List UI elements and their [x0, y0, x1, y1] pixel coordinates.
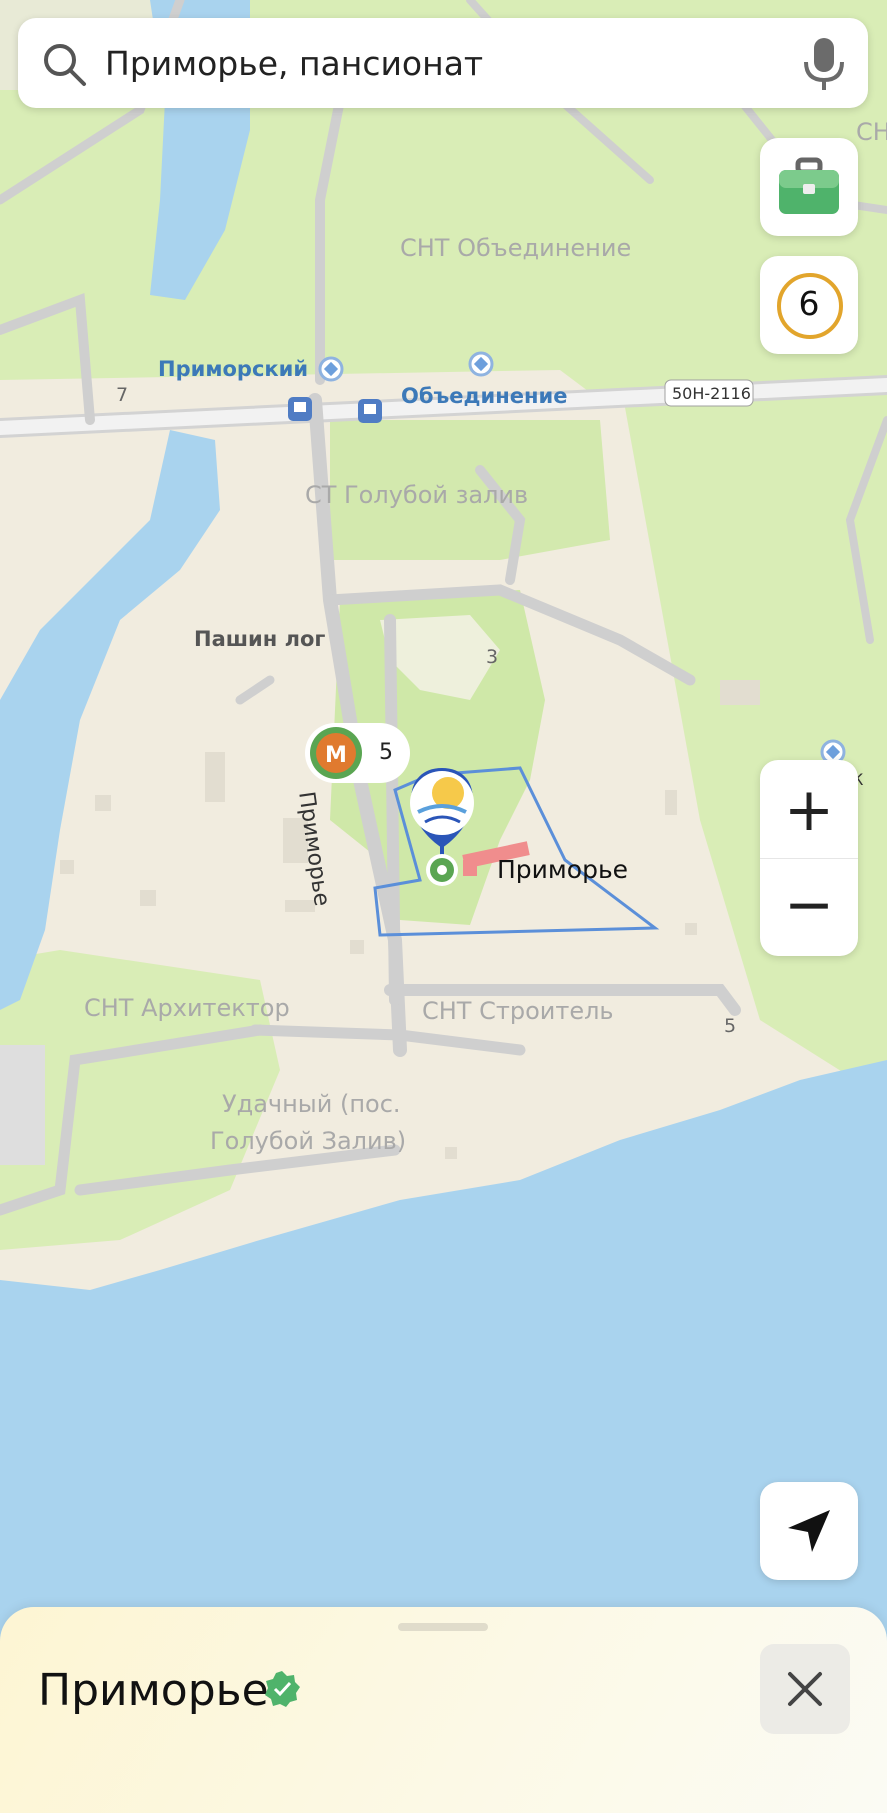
map-label: СНТ Объединение	[400, 234, 632, 262]
my-location-button[interactable]	[760, 1482, 858, 1580]
zoom-in-button[interactable]: +	[760, 770, 858, 858]
place-title: Приморье	[38, 1665, 269, 1716]
map-label: Пашин лог	[194, 627, 326, 651]
bus-stop-label[interactable]: Приморский	[158, 357, 308, 381]
map-label: СНТ Строитель	[422, 997, 614, 1025]
map-label: СНТ Архитектор	[84, 994, 290, 1022]
place-card-sheet[interactable]: Приморье	[0, 1607, 887, 1813]
bus-stop-label[interactable]: Объединение	[401, 384, 567, 408]
svg-text:M: M	[325, 743, 347, 768]
map-canvas[interactable]: M	[0, 0, 887, 1813]
sheet-handle[interactable]	[398, 1623, 488, 1631]
close-icon	[788, 1672, 822, 1706]
divider	[760, 858, 858, 859]
verified-badge-icon	[265, 1671, 300, 1707]
events-counter-button[interactable]: 6	[760, 256, 858, 354]
road-number-label: 50Н-2116	[672, 384, 751, 403]
map-label: СТ Голубой залив	[305, 481, 529, 509]
briefcase-button[interactable]	[760, 138, 858, 236]
counter-value: 6	[798, 284, 820, 323]
poi-label[interactable]: Приморье	[497, 855, 628, 884]
microphone-icon[interactable]	[800, 36, 848, 92]
briefcase-icon	[779, 157, 839, 214]
close-button[interactable]	[760, 1644, 850, 1734]
search-icon[interactable]	[40, 40, 88, 88]
house-number: 7	[116, 384, 129, 406]
map-label: Голубой Залив)	[210, 1127, 407, 1155]
house-number: 3	[486, 646, 499, 668]
zoom-out-button[interactable]: −	[760, 865, 858, 953]
house-number: 5	[724, 1015, 737, 1037]
metro-count-label: 5	[379, 740, 393, 765]
map-label: СН	[856, 118, 887, 146]
metro-marker-icon[interactable]: M	[305, 723, 410, 783]
bus-stop-icon[interactable]	[288, 397, 312, 421]
navigation-arrow-icon	[788, 1510, 830, 1552]
search-input[interactable]: Приморье, пансионат	[105, 44, 483, 83]
map-label: Удачный (пос.	[222, 1090, 401, 1118]
bus-stop-icon[interactable]	[358, 399, 382, 423]
zoom-controls: + −	[760, 760, 858, 956]
